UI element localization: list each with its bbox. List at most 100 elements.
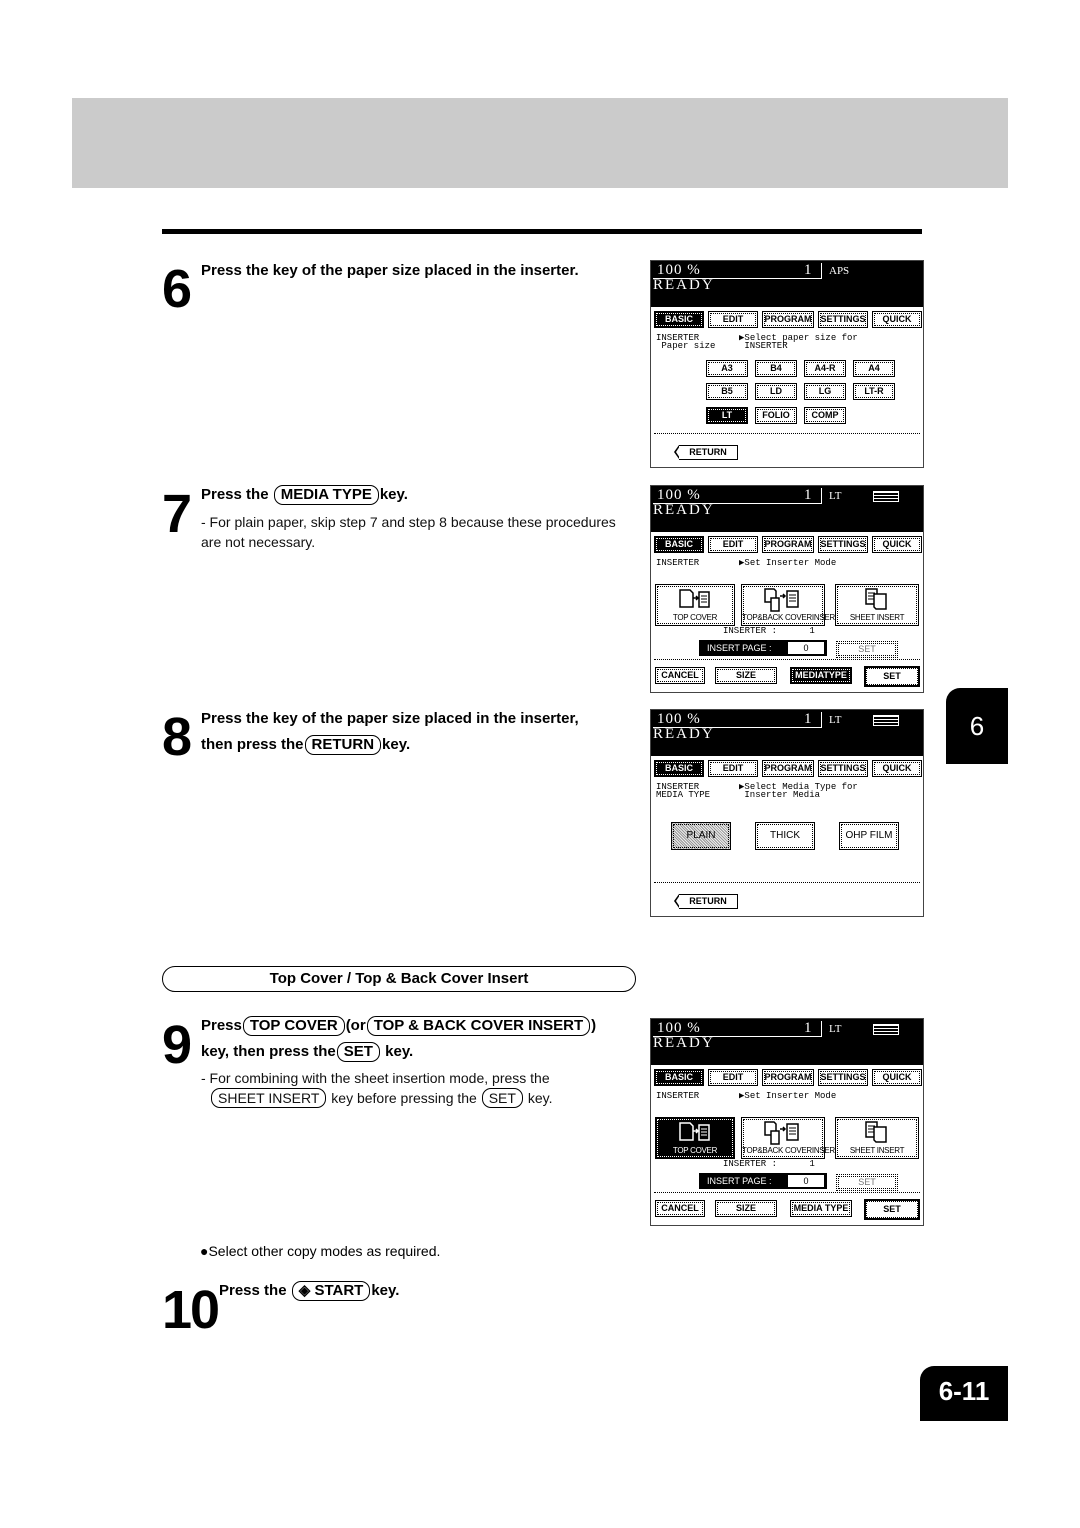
sheet-insert-button[interactable]: SHEET INSERT xyxy=(835,584,919,626)
plain-button[interactable]: PLAIN xyxy=(671,822,731,850)
tab-program[interactable]: PROGRAM xyxy=(762,536,814,553)
inserter-count: INSERTER : 1 xyxy=(723,1159,815,1169)
paper-tray-icon xyxy=(873,1024,899,1035)
lcd-divider xyxy=(654,1192,920,1193)
tab-quick[interactable]: QUICK xyxy=(872,760,922,777)
size-b4-button[interactable]: B4 xyxy=(755,360,797,377)
set-key-ref-2: SET xyxy=(481,1088,523,1108)
paper-tray-icon xyxy=(873,715,899,726)
paper-indicator: LT xyxy=(829,714,842,726)
tab-program[interactable]: PROGRAM xyxy=(762,311,814,328)
top-back-cover-icon xyxy=(764,588,799,612)
step-7-title-post: key. xyxy=(379,486,408,503)
step-7-title: Press the MEDIA TYPE key. xyxy=(201,482,408,508)
sheet-insert-label: SHEET INSERT xyxy=(849,613,905,622)
tab-quick[interactable]: QUICK xyxy=(872,1069,922,1086)
tab-settings[interactable]: SETTINGS xyxy=(818,311,868,328)
paper-tray-icon xyxy=(873,491,899,502)
ohp-film-button[interactable]: OHP FILM xyxy=(839,822,899,850)
paper-indicator: LT xyxy=(829,490,842,502)
return-button[interactable]: RETURN xyxy=(674,894,738,909)
copies-value: 1 xyxy=(804,487,812,503)
size-lt-button[interactable]: LT xyxy=(706,407,748,424)
zoom-divider xyxy=(821,488,822,504)
paper-indicator: LT xyxy=(829,1023,842,1035)
thick-button[interactable]: THICK xyxy=(755,822,815,850)
size-folio-button[interactable]: FOLIO xyxy=(755,407,797,424)
size-lg-button[interactable]: LG xyxy=(804,383,846,400)
insert-page-value[interactable]: 0 xyxy=(788,642,824,654)
top-back-cover-icon xyxy=(764,1121,799,1145)
tab-basic[interactable]: BASIC xyxy=(654,760,704,777)
size-a4r-button[interactable]: A4-R xyxy=(804,360,846,377)
return-key-ref: RETURN xyxy=(304,735,382,755)
lcd-divider xyxy=(654,433,920,434)
tab-quick[interactable]: QUICK xyxy=(872,536,922,553)
top-cover-button[interactable]: TOP COVER xyxy=(655,584,735,626)
tab-basic[interactable]: BASIC xyxy=(654,1069,704,1086)
cancel-button[interactable]: CANCEL xyxy=(655,1200,705,1217)
tab-program[interactable]: PROGRAM xyxy=(762,1069,814,1086)
set-button[interactable]: SET xyxy=(864,666,920,687)
step-7-number: 7 xyxy=(162,484,192,544)
sheet-insert-button[interactable]: SHEET INSERT xyxy=(835,1117,919,1159)
tab-edit[interactable]: EDIT xyxy=(708,536,758,553)
cancel-button[interactable]: CANCEL xyxy=(655,667,705,684)
lcd-info-left: INSERTER xyxy=(656,1091,700,1101)
tab-settings[interactable]: SETTINGS xyxy=(818,1069,868,1086)
top-back-cover-insert-label: TOP&BACK COVERINSERT xyxy=(742,613,840,622)
size-button[interactable]: SIZE xyxy=(715,1200,777,1217)
size-ltr-button[interactable]: LT-R xyxy=(853,383,895,400)
insert-page-field[interactable]: INSERT PAGE : 0 xyxy=(699,1173,827,1189)
tab-settings[interactable]: SETTINGS xyxy=(818,536,868,553)
insert-page-set-button[interactable]: SET xyxy=(836,1174,898,1191)
top-back-cover-insert-button[interactable]: TOP&BACK COVERINSERT xyxy=(741,584,840,626)
insert-page-set-button[interactable]: SET xyxy=(836,641,898,658)
sheet-insert-key-ref: SHEET INSERT xyxy=(211,1088,327,1108)
top-cover-button[interactable]: TOP COVER xyxy=(655,1117,735,1159)
size-a3-button[interactable]: A3 xyxy=(706,360,748,377)
lcd-media-type-screen: 100 % 1 LT READY BASIC EDIT PROGRAM SETT… xyxy=(650,709,924,917)
step-9-number: 9 xyxy=(162,1015,192,1075)
lcd-tabs: BASIC EDIT PROGRAM SETTINGS QUICK xyxy=(654,536,922,553)
lcd-status-header: 100 % 1 APS READY xyxy=(651,261,923,307)
media-type-button[interactable]: MEDIATYPE xyxy=(790,667,852,684)
insert-page-label: INSERT PAGE : xyxy=(707,643,772,653)
step-8-number: 8 xyxy=(162,707,192,767)
lcd-status-header: 100 % 1 LT READY xyxy=(651,710,923,756)
step-10-title-pre: Press the xyxy=(219,1282,287,1299)
size-button[interactable]: SIZE xyxy=(715,667,777,684)
start-key-ref: ◈ START xyxy=(291,1281,371,1301)
paper-indicator: APS xyxy=(829,265,850,277)
ready-status: READY xyxy=(653,1035,715,1051)
size-ld-button[interactable]: LD xyxy=(755,383,797,400)
return-button[interactable]: RETURN xyxy=(674,445,738,460)
tab-edit[interactable]: EDIT xyxy=(708,1069,758,1086)
size-comp-button[interactable]: COMP xyxy=(804,407,846,424)
top-cover-icon xyxy=(679,1122,710,1141)
tab-edit[interactable]: EDIT xyxy=(708,311,758,328)
step-9-line2-post: key. xyxy=(385,1043,414,1060)
lcd-divider xyxy=(654,659,920,660)
insert-page-field[interactable]: INSERT PAGE : 0 xyxy=(699,640,827,656)
set-button[interactable]: SET xyxy=(864,1199,920,1220)
ready-status: READY xyxy=(653,502,715,518)
tab-basic[interactable]: BASIC xyxy=(654,311,704,328)
tab-program[interactable]: PROGRAM xyxy=(762,760,814,777)
size-a4-button[interactable]: A4 xyxy=(853,360,895,377)
lcd-status-header: 100 % 1 LT READY xyxy=(651,486,923,532)
ready-status: READY xyxy=(653,277,715,293)
tab-quick[interactable]: QUICK xyxy=(872,311,922,328)
lcd-tabs: BASIC EDIT PROGRAM SETTINGS QUICK xyxy=(654,311,922,328)
media-type-key-ref: MEDIA TYPE xyxy=(273,485,379,505)
chapter-tab: 6 xyxy=(946,688,1008,764)
tab-basic[interactable]: BASIC xyxy=(654,536,704,553)
step-9-title-mid: (or xyxy=(345,1017,366,1034)
insert-page-value[interactable]: 0 xyxy=(788,1175,824,1187)
top-back-cover-insert-button[interactable]: TOP&BACK COVERINSERT xyxy=(741,1117,840,1159)
tab-edit[interactable]: EDIT xyxy=(708,760,758,777)
lcd-tabs: BASIC EDIT PROGRAM SETTINGS QUICK xyxy=(654,1069,922,1086)
media-type-button[interactable]: MEDIA TYPE xyxy=(790,1200,852,1217)
tab-settings[interactable]: SETTINGS xyxy=(818,760,868,777)
size-b5-button[interactable]: B5 xyxy=(706,383,748,400)
